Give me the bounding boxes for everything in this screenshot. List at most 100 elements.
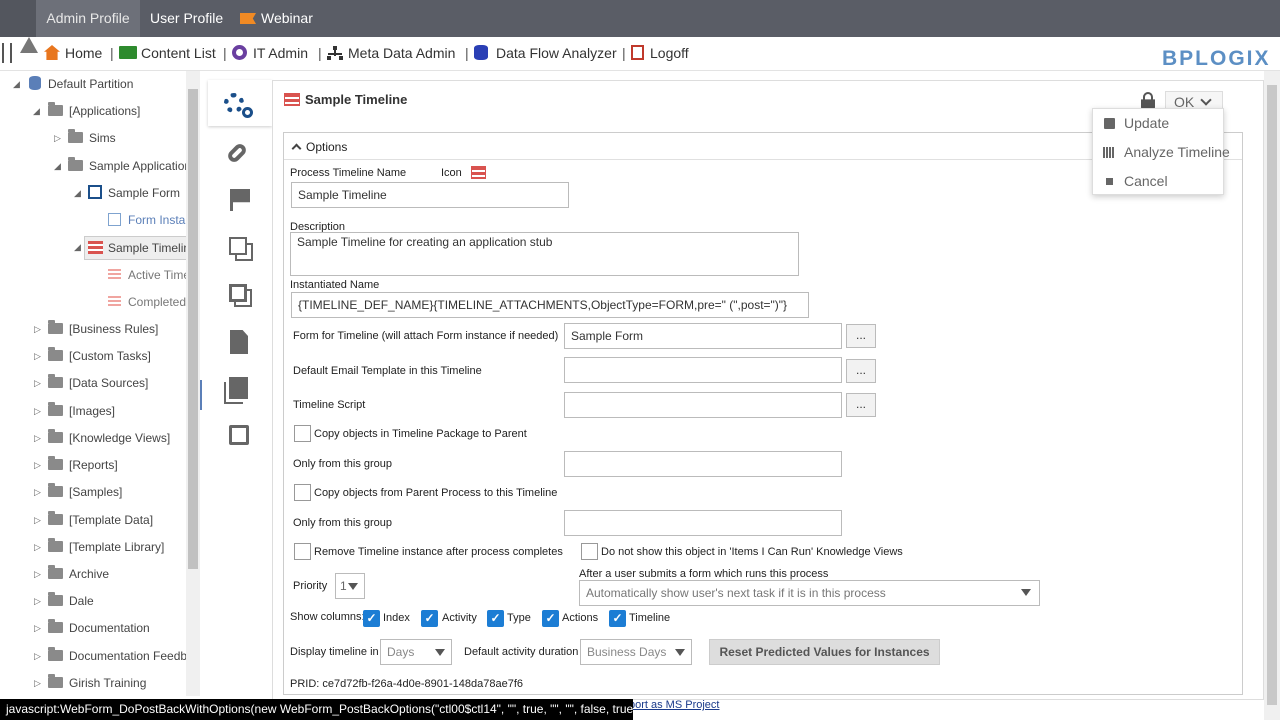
expand-arrow-icon[interactable]: ▷: [34, 542, 41, 553]
collapse-arrow-icon[interactable]: ◢: [74, 242, 81, 253]
tree-item[interactable]: [Business Rules]: [48, 319, 158, 339]
expand-arrow-icon[interactable]: ▷: [54, 133, 61, 144]
menu-icon[interactable]: [2, 43, 12, 63]
copy-package-checkbox[interactable]: [294, 425, 311, 442]
tree-item[interactable]: Completed: [108, 292, 186, 312]
copy-parent-checkbox[interactable]: [294, 484, 311, 501]
tree-root[interactable]: Default Partition: [29, 74, 133, 94]
collapse-arrow-icon[interactable]: ◢: [54, 161, 61, 172]
menu-item-update[interactable]: Update: [1093, 109, 1223, 137]
tree-item[interactable]: [Template Library]: [48, 537, 164, 557]
tree-item[interactable]: [Data Sources]: [48, 373, 148, 393]
expand-arrow-icon[interactable]: ▷: [34, 487, 41, 498]
tree-scrollbar[interactable]: [186, 71, 200, 696]
nav-meta-data-admin[interactable]: Meta Data Admin: [327, 45, 455, 61]
column-index-checkbox[interactable]: ✓: [363, 610, 380, 627]
tree-item-selected[interactable]: Sample Timelin: [84, 236, 190, 260]
collapse-arrow-icon[interactable]: ◢: [74, 188, 81, 199]
expand-arrow-icon[interactable]: ▷: [34, 460, 41, 471]
nav-data-flow-analyzer[interactable]: Data Flow Analyzer: [474, 45, 617, 61]
tree-item[interactable]: [Applications]: [48, 101, 140, 121]
email-browse-button[interactable]: ...: [846, 359, 876, 383]
page-scrollbar-thumb[interactable]: [1267, 85, 1277, 705]
timeline-name-input[interactable]: Sample Timeline: [291, 182, 569, 208]
only-group-input[interactable]: [564, 451, 842, 477]
form-for-timeline-input[interactable]: Sample Form: [564, 323, 842, 349]
tree-item[interactable]: Dale: [48, 591, 94, 611]
collapse-handle[interactable]: [0, 0, 36, 37]
expand-arrow-icon[interactable]: ▷: [34, 623, 41, 634]
collapse-up-icon[interactable]: [20, 37, 38, 53]
pages-tab[interactable]: [208, 365, 272, 411]
tree-item[interactable]: [Images]: [48, 401, 115, 421]
description-textarea[interactable]: Sample Timeline for creating an applicat…: [290, 232, 799, 276]
copy-tab[interactable]: [208, 224, 272, 270]
collapse-arrow-icon[interactable]: ◢: [13, 79, 20, 90]
tree-item[interactable]: [Template Data]: [48, 510, 153, 530]
expand-arrow-icon[interactable]: ▷: [34, 596, 41, 607]
expand-arrow-icon[interactable]: ▷: [34, 678, 41, 689]
options-header[interactable]: Options: [306, 140, 347, 154]
script-browse-button[interactable]: ...: [846, 393, 876, 417]
export-ms-project-link[interactable]: port as MS Project: [629, 699, 719, 711]
form-browse-button[interactable]: ...: [846, 324, 876, 348]
settings-tab[interactable]: [208, 80, 272, 126]
only-group-input-2[interactable]: [564, 510, 842, 536]
priority-select[interactable]: 1: [335, 573, 365, 599]
tree-item[interactable]: Sims: [68, 128, 116, 148]
tree-item[interactable]: [Reports]: [48, 455, 118, 475]
menu-item-analyze-timeline[interactable]: Analyze Timeline: [1093, 138, 1230, 166]
tree-item[interactable]: Documentation Feedbac: [48, 646, 200, 666]
reset-predicted-button[interactable]: Reset Predicted Values for Instances: [709, 639, 940, 665]
nav-it-admin[interactable]: IT Admin: [232, 45, 308, 61]
after-submit-select[interactable]: Automatically show user's next task if i…: [579, 580, 1040, 606]
permissions-tab[interactable]: [208, 318, 272, 364]
tree-item[interactable]: Active Time: [108, 265, 190, 285]
tree-item[interactable]: Documentation: [48, 618, 150, 638]
timeline-script-input[interactable]: [564, 392, 842, 418]
instantiated-name-input[interactable]: {TIMELINE_DEF_NAME}{TIMELINE_ATTACHMENTS…: [291, 292, 809, 318]
tree-item[interactable]: Form Instar: [108, 210, 189, 230]
tree-item[interactable]: Archive: [48, 564, 109, 584]
expand-arrow-icon[interactable]: ▷: [34, 324, 41, 335]
expand-arrow-icon[interactable]: ▷: [34, 406, 41, 417]
column-actions-checkbox[interactable]: ✓: [542, 610, 559, 627]
tree-item[interactable]: [Samples]: [48, 482, 122, 502]
tab-admin-profile[interactable]: Admin Profile: [36, 0, 140, 37]
tasks-tab[interactable]: [208, 412, 272, 458]
tree-item[interactable]: Sample Application: [68, 156, 191, 176]
duplicate-tab[interactable]: [208, 271, 272, 317]
nav-content-list[interactable]: Content List: [119, 45, 216, 61]
tree-item[interactable]: [Knowledge Views]: [48, 428, 170, 448]
menu-item-cancel[interactable]: Cancel: [1093, 167, 1223, 195]
tab-webinar[interactable]: Webinar: [240, 0, 313, 37]
expand-arrow-icon[interactable]: ▷: [34, 351, 41, 362]
column-timeline-checkbox[interactable]: ✓: [609, 610, 626, 627]
display-timeline-select[interactable]: Days: [380, 639, 452, 665]
links-tab[interactable]: [208, 130, 272, 176]
duration-select[interactable]: Business Days: [580, 639, 692, 665]
chevron-up-icon[interactable]: [291, 143, 302, 154]
tree-item[interactable]: Girish Training: [48, 673, 146, 693]
expand-arrow-icon[interactable]: ▷: [34, 378, 41, 389]
not-show-checkbox[interactable]: [581, 543, 598, 560]
remove-instance-checkbox[interactable]: [294, 543, 311, 560]
email-template-input[interactable]: [564, 357, 842, 383]
collapse-arrow-icon[interactable]: ◢: [33, 106, 40, 117]
timeline-icon[interactable]: [471, 166, 486, 179]
tree-scrollbar-thumb[interactable]: [188, 89, 198, 569]
page-scrollbar[interactable]: [1264, 71, 1280, 720]
expand-arrow-icon[interactable]: ▷: [34, 651, 41, 662]
tree-item[interactable]: [Custom Tasks]: [48, 346, 151, 366]
column-type-checkbox[interactable]: ✓: [487, 610, 504, 627]
expand-arrow-icon[interactable]: ▷: [34, 569, 41, 580]
tree-item[interactable]: Sample Form: [88, 183, 180, 203]
expand-arrow-icon[interactable]: ▷: [34, 433, 41, 444]
column-activity-checkbox[interactable]: ✓: [421, 610, 438, 627]
splitter-handle[interactable]: [200, 380, 206, 410]
nav-logoff[interactable]: Logoff: [631, 45, 689, 61]
tab-user-profile[interactable]: User Profile: [150, 0, 223, 37]
expand-arrow-icon[interactable]: ▷: [34, 515, 41, 526]
nav-home[interactable]: Home: [44, 45, 102, 61]
milestones-tab[interactable]: [208, 177, 272, 223]
